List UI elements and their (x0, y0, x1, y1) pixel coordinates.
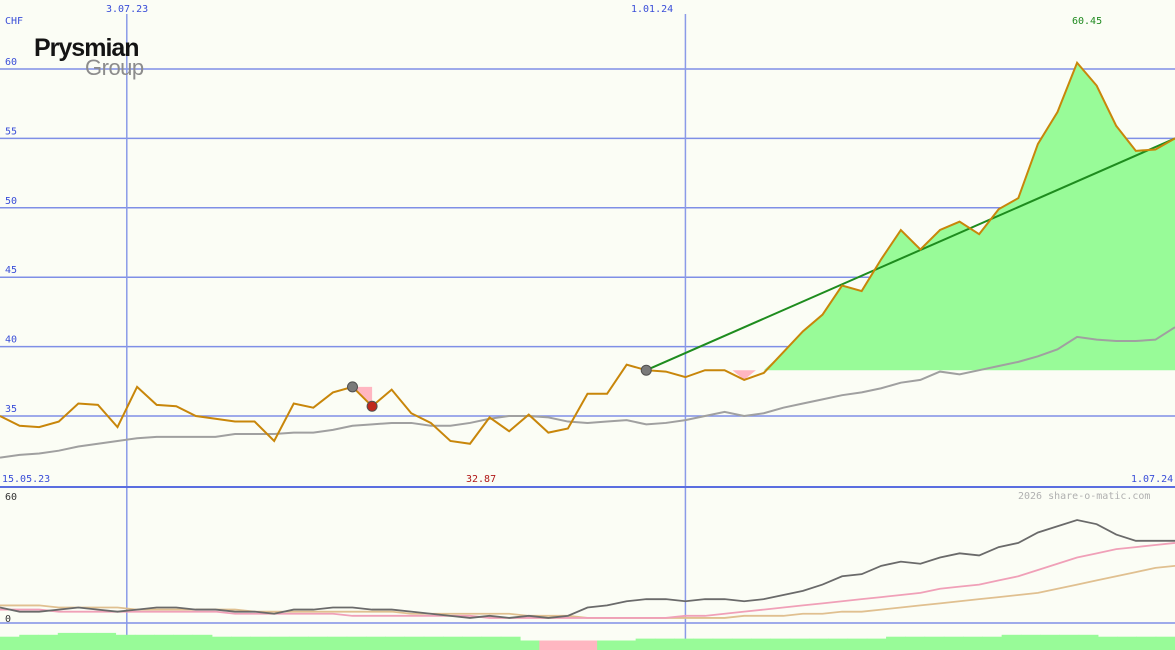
histogram-bar (520, 640, 540, 650)
date-label-start: 15.05.23 (2, 474, 50, 485)
high-annotation: 60.45 (1072, 16, 1102, 27)
prysmian-logo: Prysmian Group (34, 34, 144, 80)
histogram-bar (905, 636, 926, 650)
histogram-bar (211, 636, 232, 650)
watermark: 2026 share-o-matic.com (1018, 491, 1150, 502)
histogram-bar (1136, 636, 1157, 650)
gain-area (646, 62, 1175, 371)
histogram-bar (693, 638, 714, 650)
histogram-bar (250, 636, 271, 650)
date-label-end: 1.07.24 (1131, 474, 1173, 485)
histogram-bar (654, 638, 675, 650)
histogram-bar (731, 638, 752, 650)
slow-line (0, 564, 1175, 619)
currency-label: CHF (5, 16, 23, 27)
osc-y-tick-label: 0 (5, 614, 11, 625)
histogram-bar (77, 632, 97, 650)
date-label-top-left: 3.07.23 (106, 4, 148, 15)
histogram-bar (134, 634, 155, 650)
histogram-bar (577, 640, 598, 650)
histogram-bar (443, 636, 463, 650)
logo-text-group: Group (85, 55, 144, 80)
histogram-bar (770, 638, 791, 650)
histogram-bar (1040, 634, 1060, 650)
histogram-bar (115, 634, 136, 650)
histogram-bar (308, 636, 328, 650)
histogram-bar (616, 640, 637, 650)
histogram-bar (346, 636, 367, 650)
histogram-bar (1078, 634, 1099, 650)
histogram-bar (1059, 634, 1080, 650)
histogram-bar (500, 636, 521, 650)
oscillator-plot: 600-10 (0, 488, 1175, 650)
y-tick-label: 40 (5, 335, 17, 346)
y-tick-label: 60 (5, 57, 17, 68)
histogram-bar (1097, 636, 1118, 650)
date-label-top-mid: 1.01.24 (631, 4, 673, 15)
histogram-bar (481, 636, 502, 650)
osc-y-tick-label: 60 (5, 492, 17, 503)
histogram-bar (866, 638, 887, 650)
histogram-bar (385, 636, 406, 650)
y-tick-label: 50 (5, 196, 17, 207)
signal-marker (366, 400, 378, 412)
histogram-bar (924, 636, 945, 650)
histogram-bar (231, 636, 251, 650)
histogram-bar (674, 638, 694, 650)
histogram-bar (173, 634, 194, 650)
histogram-bar (404, 636, 425, 650)
histogram-bar (0, 636, 20, 650)
oscillator-line (0, 519, 1175, 619)
histogram-bar (96, 632, 117, 650)
histogram-bar (789, 638, 810, 650)
stock-chart: 605550454035 600-10 Prysmian Group CHF 3… (0, 4, 1175, 650)
histogram-bar (635, 638, 656, 650)
histogram-bar (943, 636, 964, 650)
histogram-bar (828, 638, 849, 650)
histogram-bar (365, 636, 386, 650)
y-tick-label: 35 (5, 404, 17, 415)
histogram-bar (1001, 634, 1022, 650)
histogram-bar (712, 638, 733, 650)
signal-marker (347, 381, 358, 393)
histogram-bar (288, 636, 309, 650)
low-annotation: 32.87 (466, 474, 496, 485)
histogram-bar (154, 634, 174, 650)
histogram-bar (963, 636, 983, 650)
histogram-bar (423, 636, 444, 650)
histogram-bar (539, 640, 560, 650)
histogram-bar (192, 634, 213, 650)
histogram-bar (269, 636, 290, 650)
histogram-bar (462, 636, 483, 650)
histogram-bar (982, 636, 1003, 650)
histogram-bar (886, 636, 906, 650)
y-tick-label: 45 (5, 265, 17, 276)
histogram-bar (1155, 636, 1175, 650)
histogram-bar (57, 632, 78, 650)
histogram-bar (558, 640, 579, 650)
price-plot (0, 60, 1175, 459)
histogram-bar (809, 638, 829, 650)
histogram-bar (847, 638, 868, 650)
signal-marker (640, 364, 652, 376)
histogram-bar (751, 638, 771, 650)
histogram-bar (1117, 636, 1137, 650)
y-tick-label: 55 (5, 126, 17, 137)
histogram-bar (19, 634, 40, 650)
histogram-bar (38, 634, 59, 650)
histogram-bar (597, 640, 617, 650)
histogram-bar (327, 636, 348, 650)
histogram-bar (1020, 634, 1041, 650)
